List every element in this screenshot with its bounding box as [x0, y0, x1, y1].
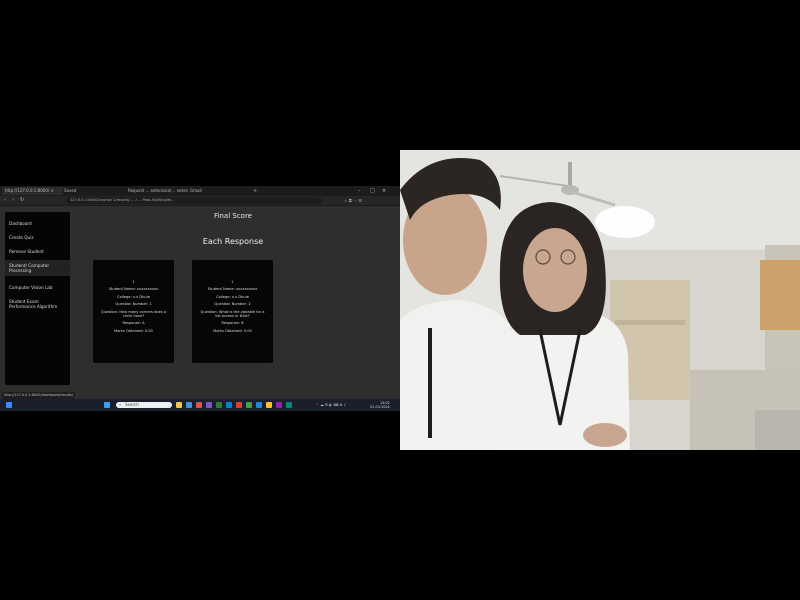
browser-tab-active[interactable]: http://127.0.0.1:8000/ × — [2, 187, 63, 195]
close-window-icon[interactable]: × — [382, 187, 386, 195]
card-question: Question: What is the variable for a lis… — [200, 309, 265, 319]
clock-date: 01-03-2024 — [370, 405, 390, 409]
web-page: Dashboard Create Quiz Remove Student Stu… — [0, 206, 400, 398]
browser-tab[interactable]: Saved — [64, 187, 114, 195]
section-title: Each Response — [202, 237, 264, 246]
app-icon[interactable] — [236, 402, 242, 408]
app-icon[interactable] — [286, 402, 292, 408]
chrome-icon[interactable] — [246, 402, 252, 408]
sidebar-item-vision-lab[interactable]: Computer Vision Lab — [5, 285, 70, 290]
taskbar-clock[interactable]: 13:02 01-03-2024 — [370, 401, 390, 409]
taskbar-search-placeholder: Search — [125, 402, 139, 407]
card-question: Question: How many corners does a circle… — [100, 309, 167, 319]
app-icon[interactable] — [266, 402, 272, 408]
maximize-icon[interactable]: □ — [370, 187, 375, 195]
card-marks: Marks Obtained: 0.00 — [213, 328, 252, 333]
taskbar-search-input[interactable]: ⌕ Search — [116, 402, 172, 408]
webcam-image — [400, 150, 800, 450]
app-icon[interactable] — [186, 402, 192, 408]
card-number: 1 — [231, 280, 234, 284]
sidebar-item-create-quiz[interactable]: Create Quiz — [5, 235, 70, 240]
url-input[interactable]: 127.0.0.1:8000/course/ 1/results/ ... / … — [66, 197, 322, 204]
new-tab-icon[interactable]: + — [253, 187, 257, 195]
sidebar-item-remove-student[interactable]: Remove Student — [5, 249, 70, 254]
reload-icon[interactable]: ↻ — [20, 196, 24, 205]
response-card: 1 Student Name: xxxxxxxxxx College: x.x … — [192, 260, 273, 363]
app-icon[interactable] — [256, 402, 262, 408]
shared-screen: http://127.0.0.1:8000/ × Saved Request .… — [0, 186, 400, 411]
sidebar-item-exam-performance[interactable]: Student Exam Performance Algorithm — [5, 299, 70, 309]
system-tray[interactable]: ⌃ ☁ ✉ ◐ ⌨ ⊕ ♪ — [316, 402, 346, 408]
app-icon[interactable] — [196, 402, 202, 408]
page-title: Final Score — [214, 212, 252, 220]
browser-address-bar: ‹ › ↻ 127.0.0.1:8000/course/ 1/results/ … — [0, 196, 400, 206]
search-icon: ⌕ — [119, 402, 122, 407]
app-icon[interactable] — [216, 402, 222, 408]
sidebar-item-dashboard[interactable]: Dashboard — [5, 221, 70, 226]
start-icon[interactable] — [104, 402, 110, 408]
sidebar-item-student-processing[interactable]: Student/ Computer Processing — [5, 260, 70, 276]
taskbar: ⌕ Search ⌃ ☁ ✉ ◐ ⌨ ⊕ ♪ 13:02 01-03-2024 — [0, 399, 400, 411]
ceiling-light — [595, 206, 655, 238]
browser-tab[interactable]: Gmail — [190, 187, 240, 195]
browser-tab-bar: http://127.0.0.1:8000/ × Saved Request .… — [0, 186, 400, 196]
sidebar: Dashboard Create Quiz Remove Student Stu… — [5, 212, 70, 385]
status-bar-url: http://127.0.0.1:8000/dashboard/results/ — [2, 392, 76, 399]
weather-icon[interactable] — [6, 402, 12, 408]
card-marks: Marks Obtained: 0.00 — [114, 328, 153, 333]
response-card: 1 Student Name: xxxxxxxxxx College: x.x … — [93, 260, 174, 363]
app-icon[interactable] — [226, 402, 232, 408]
browser-toolbar-icons[interactable]: ☆ ⧉ ⋯ ☰ — [344, 196, 362, 205]
app-icon[interactable] — [206, 402, 212, 408]
card-number: 1 — [132, 280, 135, 284]
minimize-icon[interactable]: – — [358, 187, 361, 195]
file-explorer-icon[interactable] — [176, 402, 182, 408]
cardboard-box — [760, 260, 800, 330]
back-icon[interactable]: ‹ — [4, 196, 6, 205]
app-icon[interactable] — [276, 402, 282, 408]
forward-icon[interactable]: › — [12, 196, 14, 205]
browser-tab[interactable]: Request ... extension(... extension — [128, 187, 188, 195]
webcam-video-feed — [400, 150, 800, 450]
